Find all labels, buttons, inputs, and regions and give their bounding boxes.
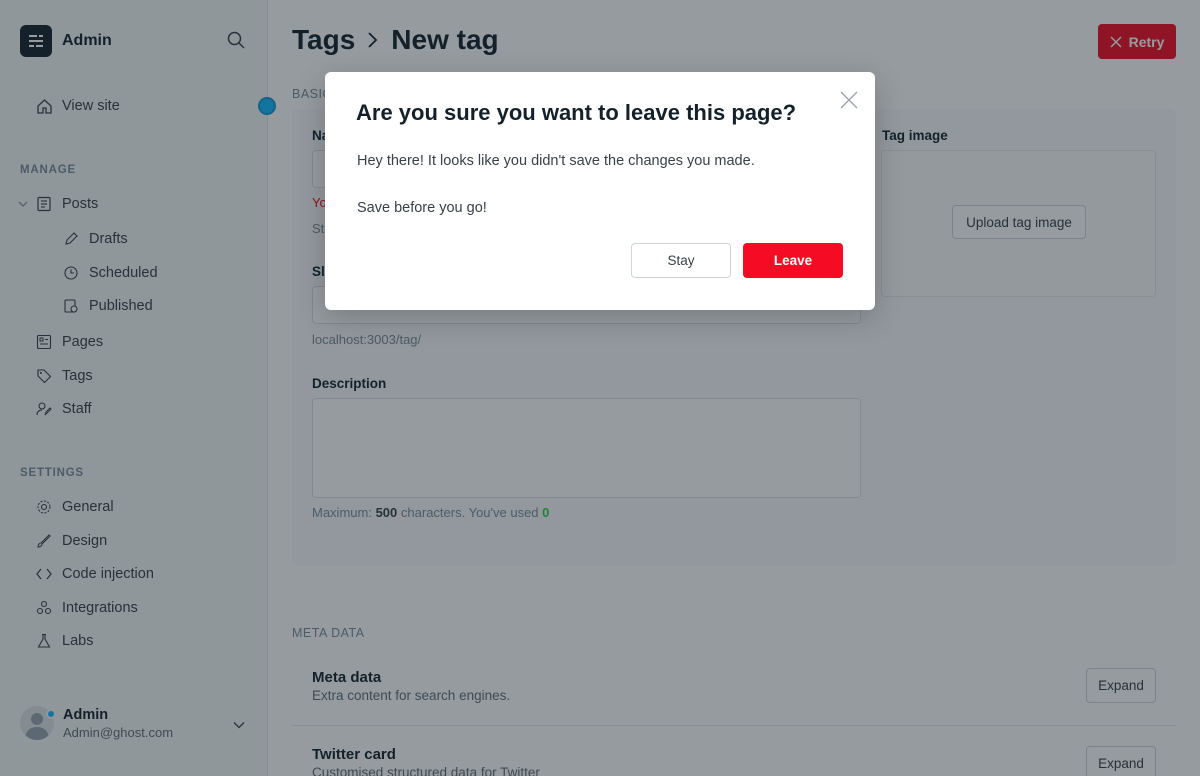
close-icon[interactable] [839,90,859,110]
leave-page-modal: Are you sure you want to leave this page… [325,72,875,310]
stay-button[interactable]: Stay [631,243,731,278]
modal-message-secondary: Save before you go! [357,200,487,216]
modal-title: Are you sure you want to leave this page… [356,100,797,125]
leave-button[interactable]: Leave [743,243,843,278]
modal-message: Hey there! It looks like you didn't save… [357,153,755,169]
